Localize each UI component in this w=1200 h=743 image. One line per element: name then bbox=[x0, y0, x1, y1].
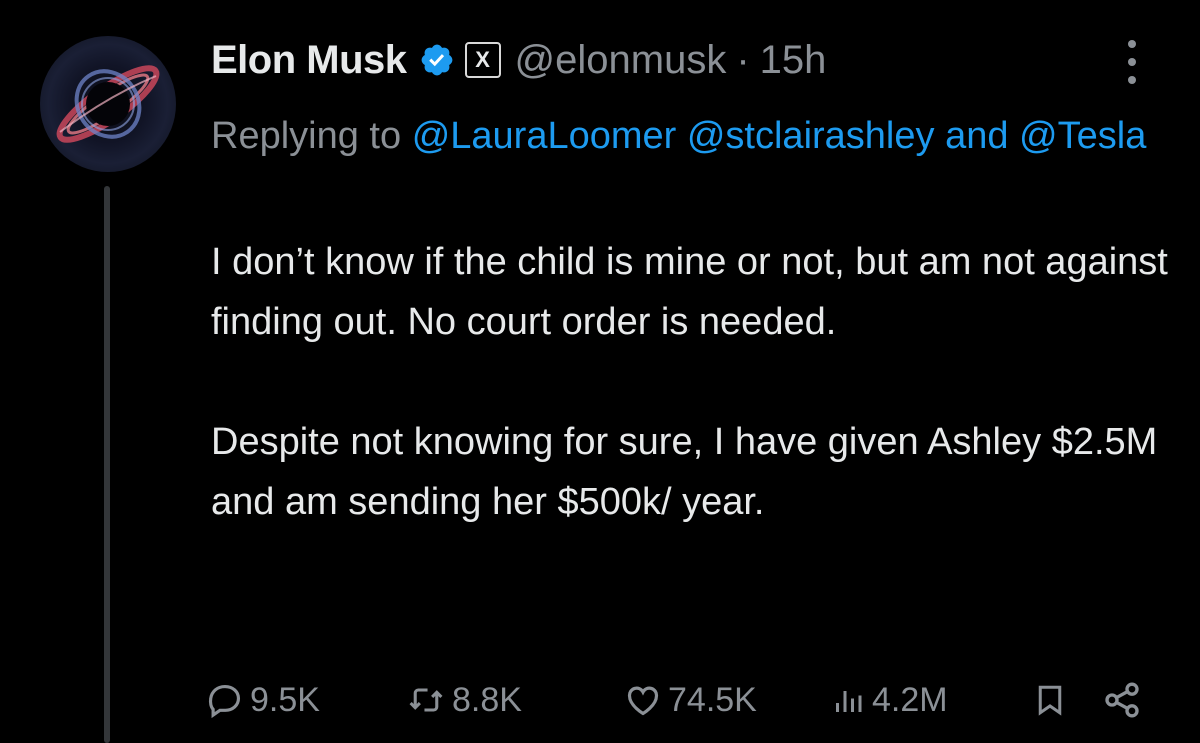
views-count: 4.2M bbox=[872, 680, 948, 719]
views-button[interactable]: 4.2M bbox=[830, 672, 948, 728]
share-button[interactable] bbox=[1102, 672, 1148, 728]
share-icon bbox=[1105, 682, 1139, 718]
retweet-icon bbox=[409, 688, 443, 712]
retweet-button[interactable]: 8.8K bbox=[406, 672, 522, 728]
mention-link[interactable]: @LauraLoomer bbox=[412, 115, 677, 157]
views-icon bbox=[836, 691, 862, 712]
author-name[interactable]: Elon Musk bbox=[211, 38, 407, 83]
mention-link[interactable]: @Tesla bbox=[1019, 115, 1146, 157]
action-bar: 9.5K 8.8K 74.5K 4.2M bbox=[206, 672, 1146, 728]
affiliate-badge-icon[interactable]: X bbox=[464, 42, 501, 78]
tweet-header: Elon Musk X @elonmusk · 15h bbox=[211, 32, 826, 88]
bookmark-button[interactable] bbox=[1032, 672, 1074, 728]
like-icon bbox=[627, 686, 659, 716]
replying-prefix: Replying to bbox=[211, 115, 402, 157]
reply-button[interactable]: 9.5K bbox=[206, 672, 320, 728]
author-handle[interactable]: @elonmusk bbox=[515, 38, 727, 83]
reply-icon bbox=[208, 684, 241, 719]
like-count: 74.5K bbox=[668, 680, 757, 719]
like-button[interactable]: 74.5K bbox=[624, 672, 757, 728]
more-options-icon[interactable] bbox=[1124, 40, 1140, 84]
retweet-count: 8.8K bbox=[452, 680, 522, 719]
mention-joiner: and bbox=[945, 115, 1009, 157]
mention-link[interactable]: @stclairashley bbox=[687, 115, 935, 157]
reply-context: Replying to @LauraLoomer @stclairashley … bbox=[211, 106, 1151, 166]
verified-badge-icon[interactable] bbox=[419, 42, 455, 78]
reply-count: 9.5K bbox=[250, 680, 320, 719]
tweet-text: I don’t know if the child is mine or not… bbox=[211, 241, 1168, 523]
bookmark-icon bbox=[1038, 685, 1062, 716]
avatar[interactable] bbox=[40, 36, 176, 172]
timestamp[interactable]: 15h bbox=[760, 38, 827, 83]
thread-line bbox=[104, 186, 110, 743]
avatar-blackhole-image bbox=[56, 65, 160, 143]
separator-dot: · bbox=[736, 37, 750, 82]
tweet-detail: Elon Musk X @elonmusk · 15h Replying to … bbox=[0, 0, 1200, 743]
